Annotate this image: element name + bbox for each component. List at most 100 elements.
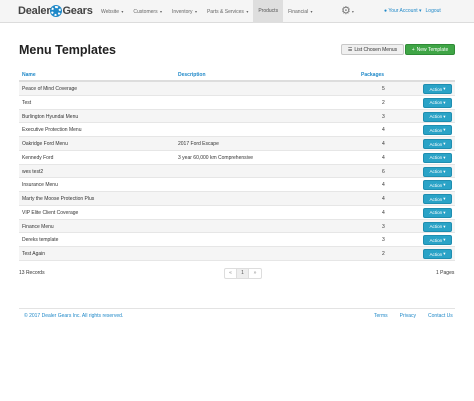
action-button[interactable]: Action ▾ bbox=[423, 180, 452, 191]
table-row: Dereks template 3 Action ▾ bbox=[19, 233, 455, 247]
footer-link-terms[interactable]: Terms bbox=[374, 313, 388, 319]
nav-item-customers[interactable]: Customers ▾ bbox=[128, 0, 167, 23]
account-nav: ● Your Account ▾ Logout bbox=[384, 0, 441, 23]
nav-label: Customers bbox=[133, 9, 158, 15]
column-header-name[interactable]: Name bbox=[22, 72, 36, 78]
action-button[interactable]: Action ▾ bbox=[423, 111, 452, 122]
settings-dropdown[interactable]: ⚙ ▾ bbox=[341, 5, 354, 18]
cogs-icon: ⚙ bbox=[341, 5, 351, 17]
caret-down-icon: ▾ bbox=[310, 9, 313, 14]
table-row: Kennedy Ford 3 year 60,000 km Comprehensi… bbox=[19, 151, 455, 165]
nav-item-parts-services[interactable]: Parts & Services ▾ bbox=[202, 0, 253, 23]
cell-name: Dereks template bbox=[22, 237, 59, 244]
caret-down-icon: ▾ bbox=[443, 223, 446, 229]
new-template-button[interactable]: + New Template bbox=[405, 44, 455, 55]
column-header-packages[interactable]: Packages bbox=[361, 72, 384, 78]
action-button[interactable]: Action ▾ bbox=[423, 235, 452, 246]
cell-packages: 6 bbox=[382, 168, 385, 175]
nav-label: Parts & Services bbox=[206, 9, 244, 15]
cell-name: Finance Menu bbox=[22, 223, 54, 230]
nav-item-financial[interactable]: Financial ▾ bbox=[283, 0, 317, 23]
pagination-page-1[interactable]: 1 bbox=[237, 269, 249, 278]
nav-item-website[interactable]: Website ▾ bbox=[96, 0, 128, 23]
table-row: VIP Elite Client Coverage 4 Action ▾ bbox=[19, 206, 455, 220]
action-button[interactable]: Action ▾ bbox=[423, 194, 452, 204]
main-nav: Website ▾ Customers ▾ Inventory ▾ Parts … bbox=[96, 0, 318, 23]
action-label: Action bbox=[429, 251, 443, 257]
action-label: Action bbox=[429, 196, 443, 202]
table-row: Executive Protection Menu 4 Action ▾ bbox=[19, 123, 455, 137]
table-row: Test 2 Action ▾ bbox=[19, 96, 455, 110]
cell-packages: 2 bbox=[382, 251, 385, 257]
table-row: Burlington Hyundai Menu 3 Action ▾ bbox=[19, 109, 455, 124]
caret-down-icon: ▾ bbox=[351, 9, 354, 14]
caret-down-icon: ▾ bbox=[443, 168, 446, 174]
caret-down-icon: ▾ bbox=[121, 9, 124, 14]
footer-link-privacy[interactable]: Privacy bbox=[400, 313, 416, 319]
pages-count: 1 Pages bbox=[436, 270, 455, 276]
logout-link[interactable]: Logout bbox=[426, 0, 441, 23]
nav-label: Products bbox=[258, 8, 279, 14]
table-row: Test Again 2 Action ▾ bbox=[19, 247, 455, 261]
cell-name: Burlington Hyundai Menu bbox=[22, 113, 79, 120]
action-button[interactable]: Action ▾ bbox=[423, 221, 452, 232]
list-chosen-menus-button[interactable]: ☰ List Chosen Menus bbox=[341, 44, 404, 55]
action-button[interactable]: Action ▾ bbox=[423, 152, 452, 163]
action-button[interactable]: Action ▾ bbox=[423, 207, 452, 218]
cell-name: Marty the Moose Protection Plus bbox=[22, 196, 95, 202]
action-button[interactable]: Action ▾ bbox=[423, 249, 452, 259]
cell-packages: 4 bbox=[382, 182, 385, 189]
action-label: Action bbox=[429, 224, 443, 229]
cell-name: Test Again bbox=[22, 251, 46, 257]
action-label: Action bbox=[429, 86, 443, 92]
caret-down-icon: ▾ bbox=[443, 127, 446, 133]
cell-packages: 3 bbox=[382, 237, 385, 244]
caret-down-icon: ▾ bbox=[443, 99, 446, 105]
cell-name: Peace of Mind Coverage bbox=[22, 86, 78, 92]
action-button[interactable]: Action ▾ bbox=[423, 139, 452, 149]
plus-icon: + bbox=[411, 46, 415, 53]
caret-down-icon: ▾ bbox=[443, 141, 446, 146]
cell-name: Insurance Menu bbox=[22, 182, 58, 189]
account-label: Your Account ▾ bbox=[388, 8, 422, 14]
caret-down-icon: ▾ bbox=[194, 9, 197, 14]
caret-down-icon: ▾ bbox=[443, 237, 446, 243]
footer-links: Terms Privacy Contact Us bbox=[374, 313, 453, 319]
pagination-next[interactable]: » bbox=[249, 269, 261, 278]
nav-item-inventory[interactable]: Inventory ▾ bbox=[167, 0, 202, 23]
cell-packages: 2 bbox=[382, 99, 385, 106]
cell-packages: 4 bbox=[382, 127, 385, 134]
dealer-gears-logo[interactable]: Dealer Gears bbox=[18, 5, 93, 17]
cell-name: wes test2 bbox=[22, 168, 44, 175]
caret-down-icon: ▾ bbox=[443, 154, 446, 160]
nav-label: Website bbox=[101, 9, 119, 15]
copyright-text: © 2017 Dealer Gears Inc. All rights rese… bbox=[24, 313, 124, 319]
action-label: Action bbox=[429, 100, 443, 106]
account-menu[interactable]: ● Your Account ▾ bbox=[384, 0, 422, 23]
top-navbar: Dealer Gears Website ▾ Customers ▾ Inven… bbox=[0, 0, 474, 23]
cell-packages: 3 bbox=[382, 223, 385, 230]
action-button[interactable]: Action ▾ bbox=[423, 84, 452, 94]
cell-packages: 4 bbox=[382, 209, 385, 216]
action-button[interactable]: Action ▾ bbox=[423, 166, 452, 177]
cell-packages: 4 bbox=[382, 196, 385, 202]
action-label: Action bbox=[429, 182, 443, 188]
footer-link-contact-us[interactable]: Contact Us bbox=[428, 313, 453, 319]
action-button[interactable]: Action ▾ bbox=[423, 125, 452, 136]
cell-packages: 4 bbox=[382, 154, 385, 161]
cell-packages: 3 bbox=[382, 113, 385, 120]
column-header-description[interactable]: Description bbox=[178, 72, 206, 78]
nav-item-products[interactable]: Products bbox=[253, 0, 284, 23]
list-chosen-menus-label: List Chosen Menus bbox=[354, 46, 398, 53]
cell-description: 3 year 60,000 km Comprehensive bbox=[178, 154, 254, 161]
table-row: wes test2 6 Action ▾ bbox=[19, 164, 455, 179]
pagination-prev[interactable]: « bbox=[225, 269, 237, 278]
table-row: Finance Menu 3 Action ▾ bbox=[19, 219, 455, 234]
action-button[interactable]: Action ▾ bbox=[423, 97, 452, 108]
menu-templates-table: Name Description Packages Peace of Mind … bbox=[19, 68, 455, 261]
caret-down-icon: ▾ bbox=[443, 196, 446, 201]
cell-packages: 4 bbox=[382, 141, 385, 147]
cell-name: VIP Elite Client Coverage bbox=[22, 209, 79, 216]
records-count: 13 Records bbox=[19, 270, 45, 276]
table-row: Oakridge Ford Menu 2017 Ford Escape 4 Actio… bbox=[19, 137, 455, 151]
